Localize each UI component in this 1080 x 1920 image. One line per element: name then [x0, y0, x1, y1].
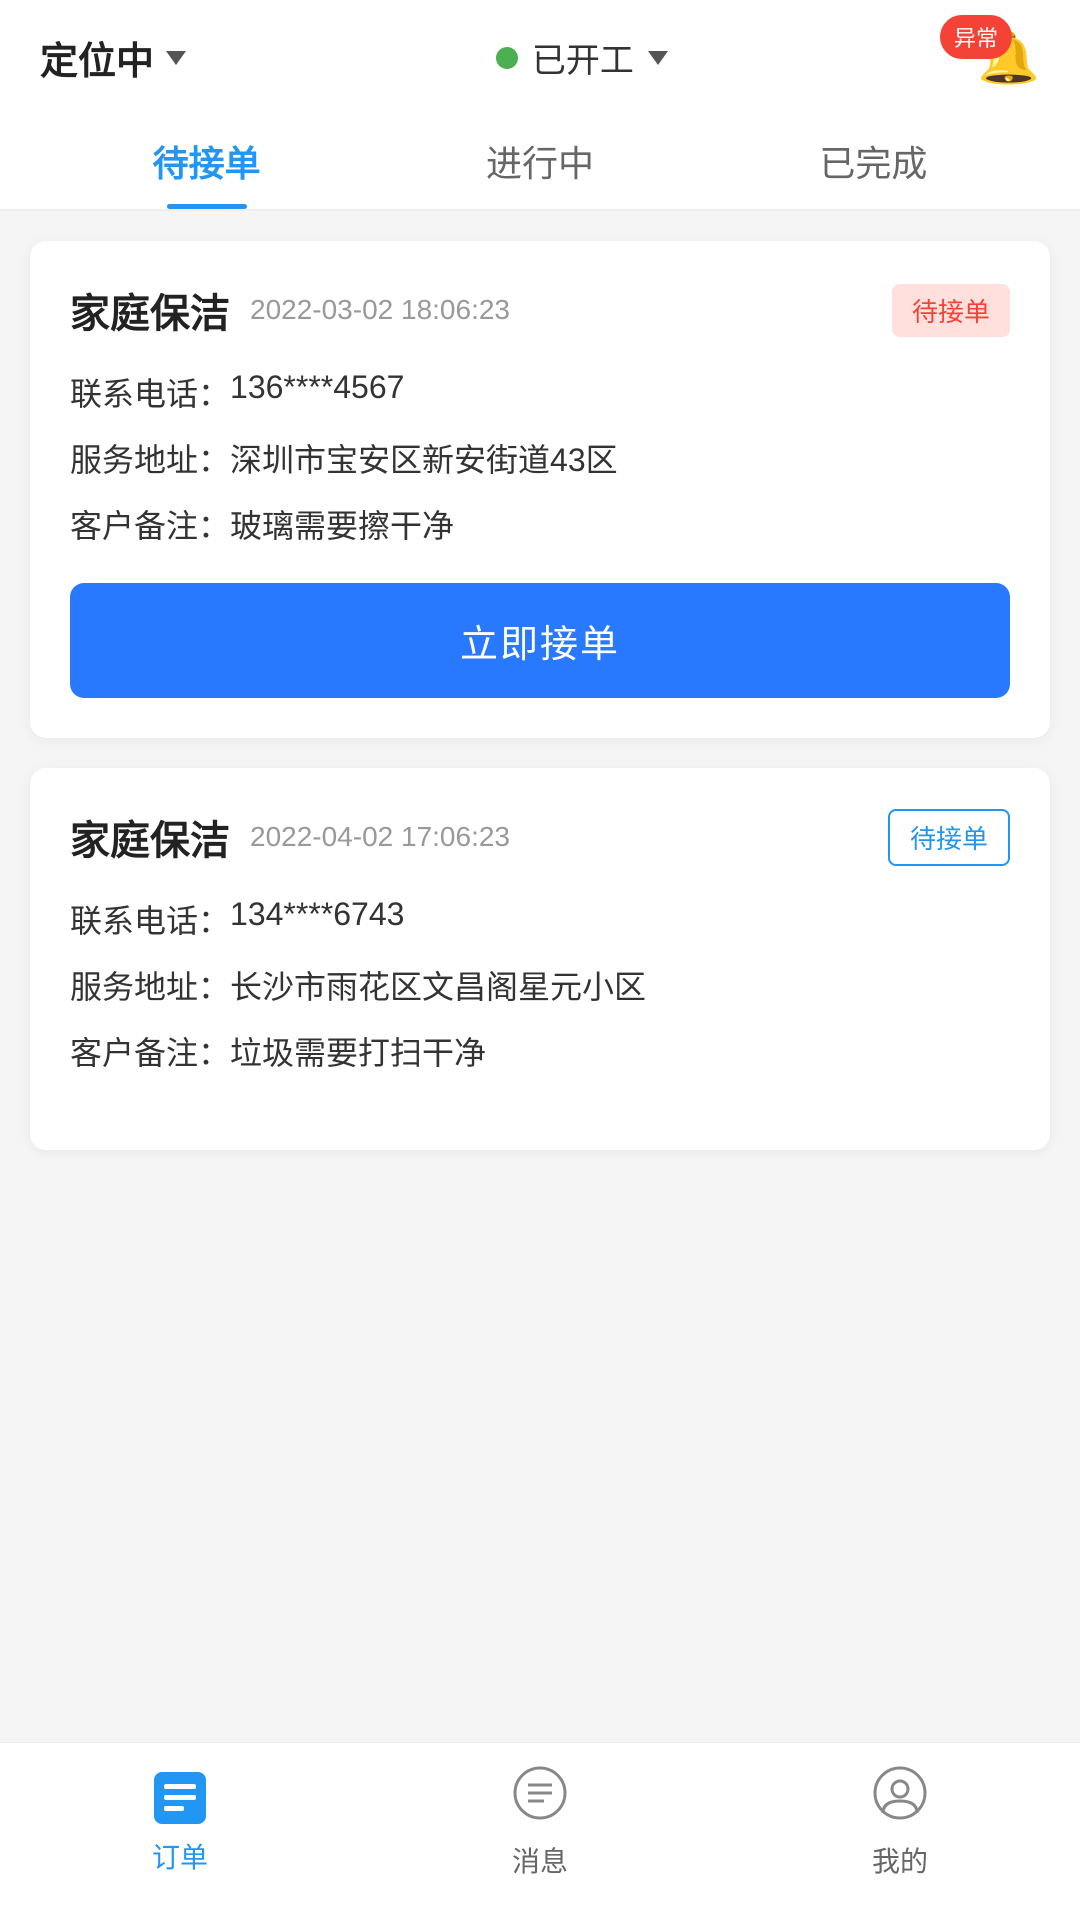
order-header-1: 家庭保洁 2022-03-02 18:06:23 待接单 — [70, 281, 1010, 339]
order-title-area-1: 家庭保洁 2022-03-02 18:06:23 — [70, 281, 510, 339]
order-title-area-2: 家庭保洁 2022-04-02 17:06:23 — [70, 808, 510, 866]
remark-value-2: 垃圾需要打扫干净 — [230, 1028, 486, 1074]
bottom-nav: 订单 消息 我的 — [0, 1742, 1080, 1920]
status-area[interactable]: 已开工 — [496, 33, 668, 82]
profile-icon — [870, 1763, 930, 1832]
tabs: 待接单 进行中 已完成 — [0, 105, 1080, 211]
remark-label-1: 客户备注： — [70, 501, 230, 547]
tab-ongoing[interactable]: 进行中 — [373, 105, 706, 209]
nav-messages-label: 消息 — [512, 1840, 568, 1880]
order-title-2: 家庭保洁 — [70, 808, 230, 866]
header: 定位中 已开工 异常 🔔 — [0, 0, 1080, 105]
location-text: 定位中 — [40, 30, 154, 85]
order-time-2: 2022-04-02 17:06:23 — [250, 821, 510, 853]
remark-label-2: 客户备注： — [70, 1028, 230, 1074]
order-remark-row-1: 客户备注： 玻璃需要擦干净 — [70, 501, 1010, 547]
nav-profile[interactable]: 我的 — [870, 1763, 930, 1880]
address-label-2: 服务地址： — [70, 962, 230, 1008]
order-info-1: 联系电话： 136****4567 服务地址： 深圳市宝安区新安街道43区 客户… — [70, 369, 1010, 547]
nav-messages[interactable]: 消息 — [510, 1763, 570, 1880]
message-icon — [510, 1763, 570, 1832]
order-address-row-2: 服务地址： 长沙市雨花区文昌阁星元小区 — [70, 962, 1010, 1008]
order-status-2: 待接单 — [888, 809, 1010, 866]
order-phone-row-1: 联系电话： 136****4567 — [70, 369, 1010, 415]
status-text: 已开工 — [532, 33, 634, 82]
address-value-2: 长沙市雨花区文昌阁星元小区 — [230, 962, 646, 1008]
order-card-2: 家庭保洁 2022-04-02 17:06:23 待接单 联系电话： 134**… — [30, 768, 1050, 1150]
order-phone-row-2: 联系电话： 134****6743 — [70, 896, 1010, 942]
nav-orders-label: 订单 — [152, 1836, 208, 1876]
orders-icon — [150, 1768, 210, 1828]
address-value-1: 深圳市宝安区新安街道43区 — [230, 435, 618, 481]
nav-orders[interactable]: 订单 — [150, 1768, 210, 1876]
nav-profile-label: 我的 — [872, 1840, 928, 1880]
status-dot — [496, 47, 518, 69]
notification-area[interactable]: 异常 🔔 — [978, 33, 1040, 83]
status-chevron-icon — [648, 51, 668, 65]
accept-button-1[interactable]: 立即接单 — [70, 583, 1010, 698]
order-address-row-1: 服务地址： 深圳市宝安区新安街道43区 — [70, 435, 1010, 481]
phone-label-2: 联系电话： — [70, 896, 230, 942]
phone-value-2: 134****6743 — [230, 896, 404, 933]
order-card-1: 家庭保洁 2022-03-02 18:06:23 待接单 联系电话： 136**… — [30, 241, 1050, 738]
order-info-2: 联系电话： 134****6743 服务地址： 长沙市雨花区文昌阁星元小区 客户… — [70, 896, 1010, 1074]
order-title-1: 家庭保洁 — [70, 281, 230, 339]
location-chevron-icon — [166, 51, 186, 65]
phone-value-1: 136****4567 — [230, 369, 404, 406]
order-remark-row-2: 客户备注： 垃圾需要打扫干净 — [70, 1028, 1010, 1074]
tab-pending[interactable]: 待接单 — [40, 105, 373, 209]
order-list: 家庭保洁 2022-03-02 18:06:23 待接单 联系电话： 136**… — [0, 211, 1080, 1180]
remark-value-1: 玻璃需要擦干净 — [230, 501, 454, 547]
tab-completed[interactable]: 已完成 — [707, 105, 1040, 209]
phone-label-1: 联系电话： — [70, 369, 230, 415]
order-header-2: 家庭保洁 2022-04-02 17:06:23 待接单 — [70, 808, 1010, 866]
anomaly-badge: 异常 — [940, 15, 1012, 59]
location-area[interactable]: 定位中 — [40, 30, 186, 85]
address-label-1: 服务地址： — [70, 435, 230, 481]
order-status-1: 待接单 — [892, 284, 1010, 337]
order-time-1: 2022-03-02 18:06:23 — [250, 294, 510, 326]
